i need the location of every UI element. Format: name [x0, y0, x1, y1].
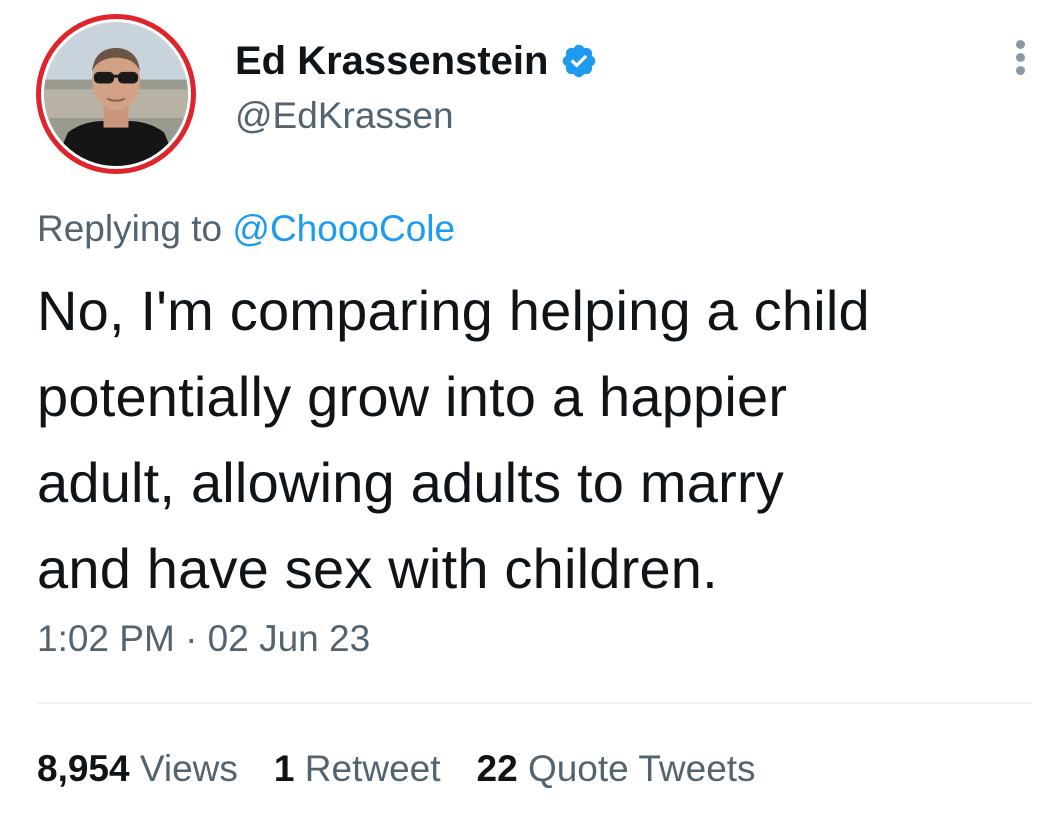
quote-tweets-label: Quote Tweets [527, 748, 756, 789]
avatar[interactable] [36, 14, 196, 174]
verified-badge-icon [560, 42, 598, 80]
replying-to-label: Replying to [37, 208, 223, 249]
quote-tweets-count: 22 [476, 748, 518, 789]
tweet-text-line: adult, allowing adults to marry [37, 451, 784, 514]
retweets-label: Retweet [304, 748, 441, 789]
avatar-photo [44, 22, 188, 166]
tweet-stats: 8,954 Views 1 Retweet 22 Quote Tweets [37, 746, 792, 792]
views-count: 8,954 [37, 748, 130, 789]
retweets-stat[interactable]: 1 Retweet [274, 746, 441, 792]
tweet-text: No, I'm comparing helping a child potent… [37, 268, 1027, 612]
tweet-timestamp[interactable]: 1:02 PM · 02 Jun 23 [37, 616, 370, 662]
reply-mention-link[interactable]: @ChoooCole [232, 208, 455, 249]
views-label: Views [139, 748, 238, 789]
user-handle[interactable]: @EdKrassen [235, 94, 454, 138]
tweet-text-line: No, I'm comparing helping a child [37, 279, 870, 342]
tweet-text-line: potentially grow into a happier [37, 365, 788, 428]
retweets-count: 1 [273, 748, 295, 789]
views-stat[interactable]: 8,954 Views [37, 746, 238, 792]
divider [37, 702, 1032, 704]
quote-tweets-stat[interactable]: 22 Quote Tweets [477, 746, 756, 792]
display-name[interactable]: Ed Krassenstein [235, 38, 598, 84]
display-name-text: Ed Krassenstein [235, 39, 549, 83]
tweet-text-line: and have sex with children. [37, 537, 718, 600]
more-options-icon[interactable] [1008, 38, 1032, 78]
tweet-card: Ed Krassenstein @EdKrassen Replying to @… [0, 0, 1046, 825]
replying-to: Replying to @ChoooCole [37, 206, 455, 252]
